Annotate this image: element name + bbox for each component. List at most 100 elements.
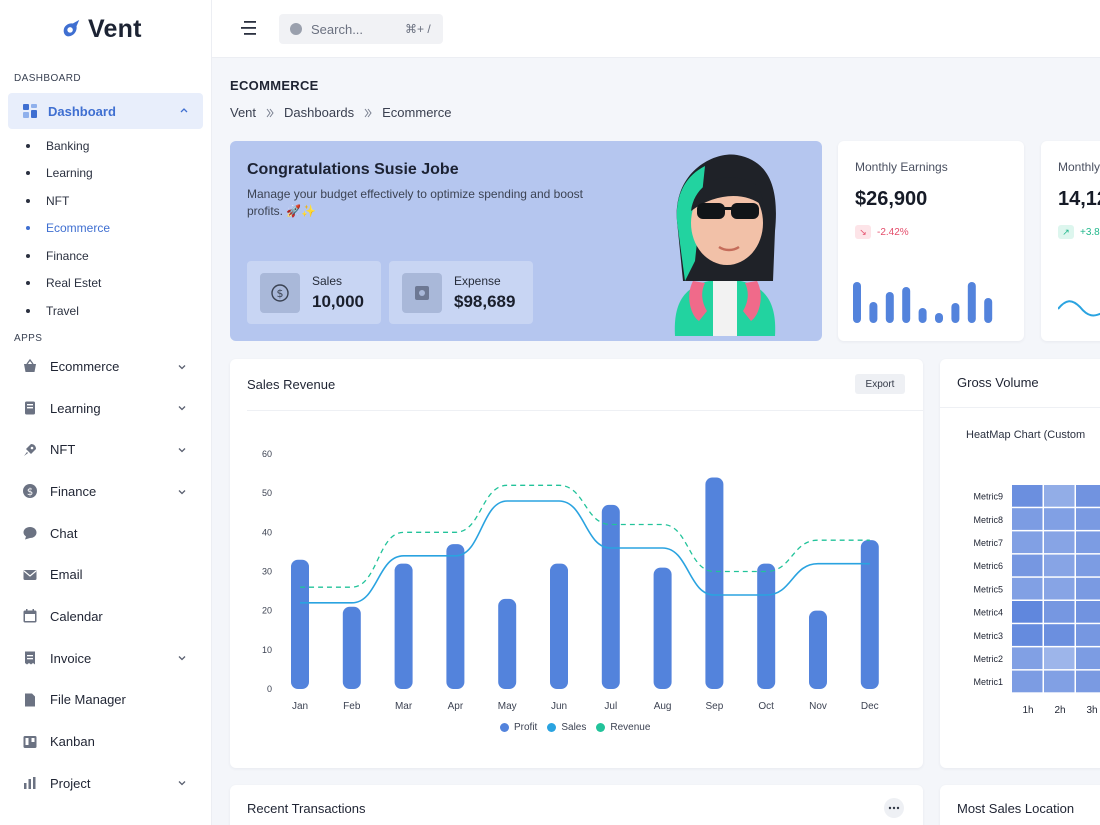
heatmap-cell[interactable] (1044, 531, 1075, 554)
bar-profit-jun[interactable] (550, 563, 568, 689)
heatmap-cell[interactable] (1012, 670, 1043, 693)
legend-item-revenue[interactable]: Revenue (596, 722, 650, 733)
gross-volume-title: Gross Volume (957, 375, 1039, 390)
x-tick-label: Dec (861, 701, 879, 712)
bar-profit-aug[interactable] (653, 567, 672, 689)
bar-profit-oct[interactable] (757, 563, 776, 689)
bar-profit-sep[interactable] (705, 477, 724, 690)
sidebar-item-kanban[interactable]: Kanban (0, 721, 211, 763)
x-tick-label: Sep (706, 701, 724, 712)
sidebar-subitem-travel[interactable]: Travel (0, 297, 211, 325)
sidebar-item-file-manager[interactable]: File Manager (0, 679, 211, 721)
y-tick-label: 20 (262, 606, 272, 616)
heatmap-cell[interactable] (1044, 624, 1075, 646)
sidebar-item-invoice[interactable]: Invoice (0, 637, 211, 679)
spark-bar (935, 313, 943, 323)
sidebar-item-dashboard[interactable]: Dashboard (8, 93, 203, 129)
heatmap-cell[interactable] (1076, 647, 1100, 670)
export-button[interactable]: Export (855, 374, 905, 394)
brand-logo[interactable]: Vent (0, 0, 211, 58)
y-tick-label: 0 (267, 684, 272, 694)
welcome-card: Congratulations Susie Jobe Manage your b… (230, 141, 822, 341)
sidebar-item-label: File Manager (50, 692, 126, 708)
heatmap-cell[interactable] (1076, 577, 1100, 600)
kanban-icon (23, 735, 37, 748)
bar-profit-dec[interactable] (860, 540, 879, 689)
search-box[interactable]: ⌘+ / (279, 14, 443, 44)
sidebar-subitem-nft[interactable]: NFT (0, 187, 211, 215)
x-tick-label: Nov (809, 701, 827, 712)
heatmap-cell[interactable] (1044, 554, 1075, 577)
heatmap-cell[interactable] (1012, 577, 1043, 600)
heatmap-cell[interactable] (1044, 577, 1075, 600)
sidebar-subitem-ecommerce[interactable]: Ecommerce (0, 215, 211, 243)
sidebar-item-calendar[interactable]: Calendar (0, 596, 211, 638)
chevron-down-icon (178, 447, 186, 453)
search-input[interactable] (311, 21, 397, 37)
legend-item-profit[interactable]: Profit (500, 722, 537, 733)
chevron-down-icon (178, 781, 186, 786)
heatmap-cell[interactable] (1076, 554, 1100, 577)
heatmap-cell[interactable] (1044, 670, 1075, 693)
x-tick-label: Aug (654, 701, 672, 712)
basket-icon (24, 359, 36, 373)
heatmap-cell[interactable] (1012, 647, 1043, 670)
sidebar-subitem-real-estet[interactable]: Real Estet (0, 270, 211, 298)
bar-profit-jan[interactable] (291, 559, 309, 689)
heatmap-cell[interactable] (1076, 485, 1100, 507)
y-tick-label: 30 (262, 567, 272, 577)
more-options-button[interactable] (884, 798, 904, 818)
breadcrumb-item-dashboards[interactable]: Dashboards (284, 105, 354, 120)
heatmap-row-label: Metric1 (973, 677, 1003, 687)
heatmap-cell[interactable] (1076, 624, 1100, 646)
heatmap-cell[interactable] (1044, 601, 1075, 623)
heatmap-cell[interactable] (1044, 647, 1075, 670)
heatmap-title: HeatMap Chart (Custom (966, 429, 1086, 441)
heatmap-cell[interactable] (1012, 485, 1043, 507)
bar-profit-may[interactable] (498, 598, 517, 689)
sidebar-item-project[interactable]: Project (0, 762, 211, 804)
sidebar-item-label: Email (50, 567, 83, 583)
sidebar-subitem-banking[interactable]: Banking (0, 132, 211, 160)
heatmap-row-label: Metric2 (973, 654, 1003, 664)
heatmap-cell[interactable] (1012, 508, 1043, 530)
breadcrumb-item-vent[interactable]: Vent (230, 105, 256, 120)
spark-bar (885, 292, 894, 323)
sidebar-item-chat[interactable]: Chat (0, 512, 211, 554)
section-label-dashboard: DASHBOARD (14, 73, 81, 84)
bullet-icon (26, 308, 30, 313)
heatmap-row-label: Metric8 (973, 515, 1003, 525)
heatmap-cell[interactable] (1012, 531, 1043, 554)
sidebar-subitem-learning[interactable]: Learning (0, 160, 211, 188)
heatmap-cell[interactable] (1044, 485, 1075, 507)
subitem-label: NFT (46, 193, 70, 208)
heatmap-cell[interactable] (1012, 601, 1043, 623)
breadcrumb: Vent Dashboards Ecommerce (230, 105, 452, 120)
subitem-label: Finance (46, 248, 89, 263)
sidebar-item-learning[interactable]: Learning (0, 387, 211, 429)
heatmap-cell[interactable] (1012, 624, 1043, 646)
heatmap-cell[interactable] (1076, 531, 1100, 554)
bar-profit-feb[interactable] (342, 606, 361, 689)
monthly-earnings-change: ↘ -2.42% (855, 225, 909, 239)
heatmap-cell[interactable] (1076, 670, 1100, 693)
heatmap-cell[interactable] (1076, 601, 1100, 623)
sidebar-item-ecommerce[interactable]: Ecommerce (0, 346, 211, 388)
apps-menu: Ecommerce Learning NFT $ Finance Chat Em… (0, 346, 211, 805)
sidebar-subitem-finance[interactable]: Finance (0, 242, 211, 270)
sales-revenue-title: Sales Revenue (247, 377, 336, 392)
bar-profit-jul[interactable] (601, 504, 620, 689)
menu-icon[interactable] (240, 20, 258, 36)
bar-profit-mar[interactable] (394, 563, 413, 689)
sidebar-item-email[interactable]: Email (0, 554, 211, 596)
heatmap-cell[interactable] (1044, 508, 1075, 530)
bar-profit-apr[interactable] (446, 544, 465, 689)
sidebar-item-nft[interactable]: NFT (0, 429, 211, 471)
sidebar-item-label: Project (50, 775, 91, 791)
heatmap-cell[interactable] (1076, 508, 1100, 530)
sidebar-item-finance[interactable]: $ Finance (0, 471, 211, 513)
heatmap-cell[interactable] (1012, 554, 1043, 577)
legend-item-sales[interactable]: Sales (547, 722, 586, 733)
bar-profit-nov[interactable] (809, 610, 827, 689)
chevron-down-icon (178, 489, 186, 494)
